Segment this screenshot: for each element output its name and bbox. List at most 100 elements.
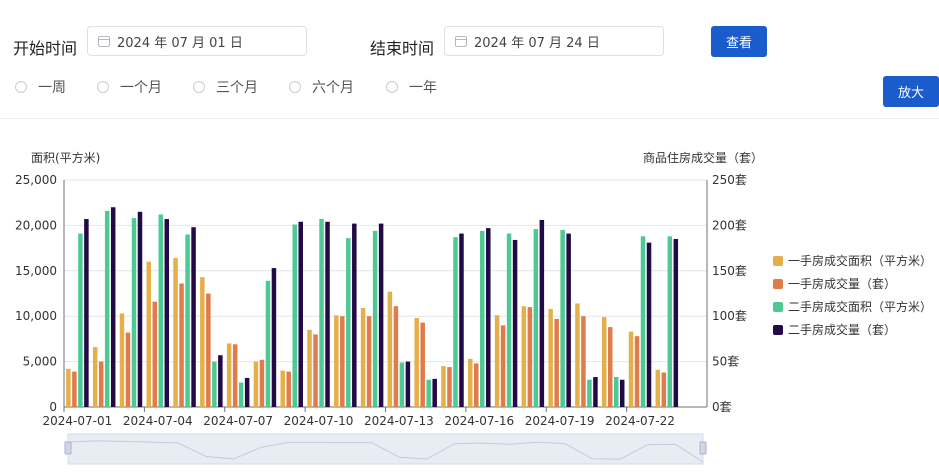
bar-1[interactable] [628, 331, 634, 407]
bar-2[interactable] [206, 293, 211, 408]
bar-3[interactable] [78, 233, 83, 407]
bar-4[interactable] [298, 221, 303, 407]
bar-1[interactable] [494, 315, 500, 407]
bar-3[interactable] [587, 379, 592, 407]
bar-3[interactable] [158, 214, 164, 407]
bar-4[interactable] [459, 233, 464, 407]
legend-label[interactable]: 一手房成交量（套） [788, 276, 896, 291]
bar-1[interactable] [92, 347, 98, 407]
bar-3[interactable] [667, 236, 673, 407]
bar-2[interactable] [581, 316, 586, 407]
bar-4[interactable] [432, 378, 437, 407]
legend-label[interactable]: 二手房成交量（套） [788, 322, 896, 337]
bar-3[interactable] [453, 237, 458, 407]
bar-3[interactable] [426, 379, 431, 407]
bar-4[interactable] [593, 377, 598, 407]
bar-1[interactable] [441, 366, 446, 407]
bar-2[interactable] [232, 344, 238, 407]
bar-2[interactable] [125, 332, 131, 407]
bar-1[interactable] [360, 308, 366, 407]
bar-3[interactable] [560, 229, 565, 407]
bar-3[interactable] [292, 224, 297, 407]
bar-2[interactable] [607, 327, 613, 407]
bar-4[interactable] [325, 221, 330, 407]
zoom-handle-right[interactable] [699, 441, 707, 455]
bar-3[interactable] [104, 210, 110, 407]
bar-3[interactable] [131, 218, 137, 407]
bar-1[interactable] [575, 303, 580, 407]
bar-1[interactable] [334, 315, 339, 407]
zoom-handle-left[interactable] [64, 441, 72, 455]
bar-3[interactable] [238, 382, 244, 407]
bar-4[interactable] [539, 219, 545, 407]
bar-4[interactable] [512, 239, 518, 407]
zoom-slider-track[interactable] [67, 433, 704, 465]
bar-1[interactable] [548, 308, 553, 407]
bar-4[interactable] [486, 228, 491, 407]
bar-4[interactable] [218, 355, 223, 407]
bar-2[interactable] [340, 316, 345, 407]
bar-2[interactable] [474, 363, 479, 407]
bar-2[interactable] [393, 306, 399, 407]
bar-3[interactable] [185, 234, 190, 407]
bar-3[interactable] [265, 280, 271, 407]
bar-4[interactable] [244, 377, 250, 407]
bar-2[interactable] [527, 307, 533, 407]
bar-1[interactable] [226, 343, 232, 407]
bar-3[interactable] [480, 230, 485, 407]
bar-4[interactable] [673, 239, 679, 407]
bar-1[interactable] [146, 261, 152, 407]
bar-2[interactable] [554, 318, 559, 407]
bar-1[interactable] [521, 306, 527, 407]
bar-3[interactable] [506, 233, 512, 407]
bar-2[interactable] [152, 301, 158, 407]
bar-1[interactable] [173, 258, 178, 407]
bar-1[interactable] [66, 368, 71, 407]
bar-4[interactable] [84, 219, 89, 407]
bar-1[interactable] [307, 329, 312, 407]
bar-4[interactable] [137, 211, 143, 407]
bar-1[interactable] [253, 361, 259, 407]
bar-1[interactable] [200, 277, 205, 407]
bar-2[interactable] [661, 372, 667, 407]
bar-4[interactable] [619, 379, 625, 407]
bar-2[interactable] [313, 334, 318, 407]
bar-2[interactable] [259, 359, 265, 407]
bar-3[interactable] [533, 229, 539, 407]
bar-3[interactable] [212, 361, 217, 407]
bar-2[interactable] [420, 322, 425, 407]
bar-2[interactable] [634, 336, 640, 407]
bar-4[interactable] [110, 207, 116, 407]
bar-1[interactable] [280, 370, 285, 407]
bar-2[interactable] [447, 367, 452, 407]
bar-3[interactable] [640, 236, 646, 407]
bar-3[interactable] [346, 238, 351, 407]
bar-2[interactable] [286, 371, 291, 407]
bar-1[interactable] [468, 358, 473, 407]
bar-1[interactable] [601, 317, 607, 407]
bar-1[interactable] [655, 369, 661, 407]
legend-label[interactable]: 一手房成交面积（平方米） [788, 253, 932, 268]
bar-1[interactable] [414, 318, 419, 407]
bar-4[interactable] [352, 223, 357, 407]
bar-4[interactable] [566, 233, 571, 407]
bar-1[interactable] [387, 291, 393, 407]
bar-2[interactable] [179, 283, 184, 407]
bar-3[interactable] [613, 377, 619, 407]
bar-3[interactable] [372, 230, 378, 407]
bar-4[interactable] [405, 361, 411, 407]
bar-3[interactable] [319, 219, 324, 407]
bar-4[interactable] [378, 223, 384, 407]
bar-4[interactable] [646, 242, 652, 407]
bar-4[interactable] [191, 227, 196, 407]
bar-3[interactable] [399, 362, 405, 407]
legend-label[interactable]: 二手房成交面积（平方米） [788, 299, 932, 314]
bar-2[interactable] [98, 361, 104, 407]
bar-2[interactable] [500, 325, 506, 407]
bar-4[interactable] [271, 268, 277, 407]
x-tick-label: 2024-07-19 [525, 414, 595, 428]
bar-1[interactable] [119, 313, 125, 407]
bar-4[interactable] [164, 219, 170, 407]
bar-2[interactable] [72, 371, 77, 407]
bar-2[interactable] [366, 316, 372, 407]
